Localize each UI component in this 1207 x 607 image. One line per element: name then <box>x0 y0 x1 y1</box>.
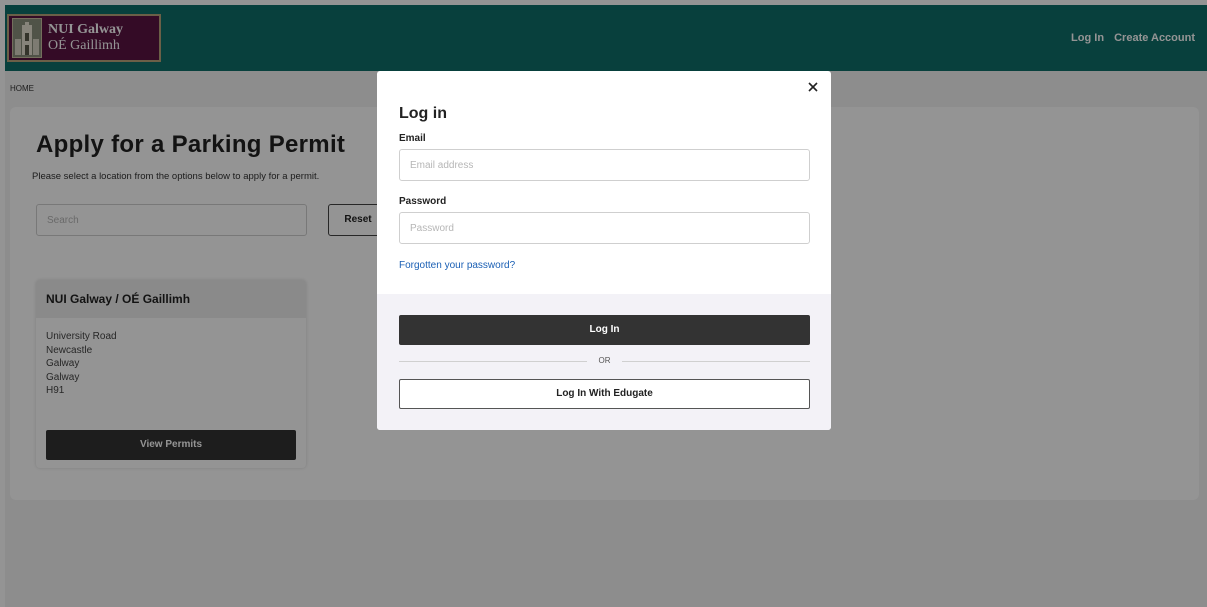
modal-title: Log in <box>399 105 447 122</box>
divider-line <box>622 361 810 362</box>
email-field[interactable] <box>399 149 810 181</box>
email-label: Email <box>399 133 426 144</box>
login-modal: Log in Email Password Forgotten your pas… <box>377 71 831 430</box>
modal-footer: Log In OR Log In With Edugate <box>377 294 831 430</box>
or-divider: OR <box>399 354 810 368</box>
close-icon[interactable] <box>806 80 820 94</box>
edugate-login-button[interactable]: Log In With Edugate <box>399 379 810 409</box>
password-field[interactable] <box>399 212 810 244</box>
login-button[interactable]: Log In <box>399 315 810 345</box>
password-label: Password <box>399 196 447 207</box>
forgot-password-link[interactable]: Forgotten your password? <box>399 260 515 271</box>
